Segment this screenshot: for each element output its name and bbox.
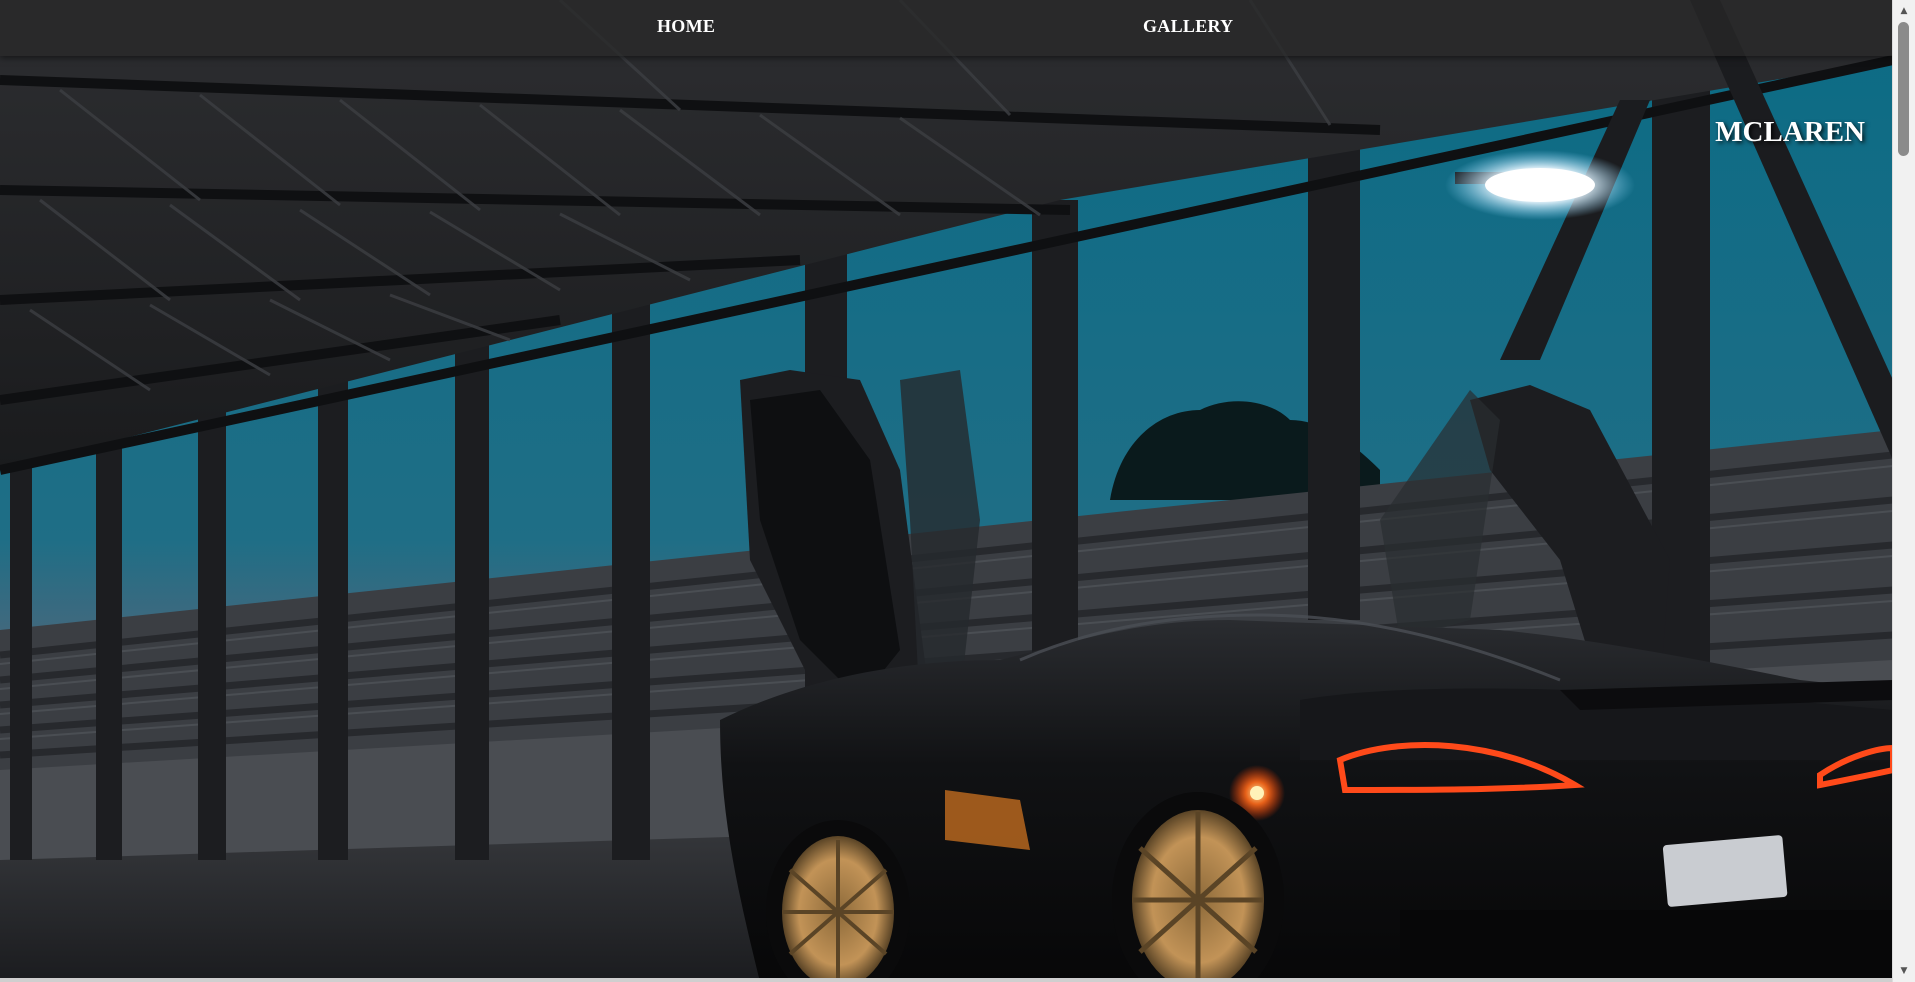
nav-gallery-link[interactable]: GALLERY [1143, 16, 1233, 37]
triangle-down-icon[interactable]: ▼ [1893, 962, 1915, 980]
brand-title: MCLAREN [1715, 116, 1865, 148]
triangle-up-icon[interactable]: ▲ [1893, 2, 1915, 20]
viewport-bottom-edge [0, 978, 1893, 982]
nav-home-link[interactable]: HOME [657, 16, 715, 37]
hero-image [0, 0, 1893, 982]
vertical-scrollbar[interactable]: ▲ ▼ [1892, 0, 1915, 982]
page-viewport: HOME GALLERY MCLAREN ▲ ▼ [0, 0, 1915, 982]
top-nav-bar: HOME GALLERY [0, 0, 1893, 56]
scrollbar-thumb[interactable] [1898, 22, 1909, 156]
